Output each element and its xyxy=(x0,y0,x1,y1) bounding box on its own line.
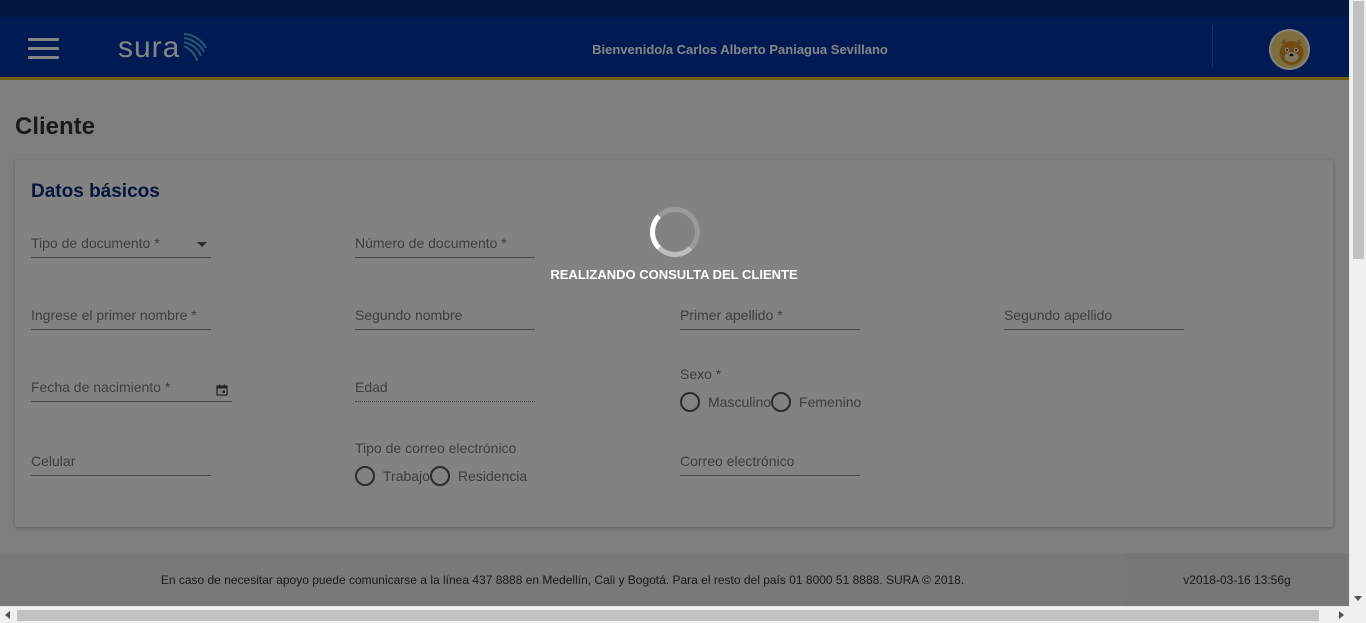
loading-spinner-icon xyxy=(650,207,700,257)
scroll-right-arrow-icon[interactable] xyxy=(1339,611,1344,619)
loading-message: REALIZANDO CONSULTA DEL CLIENTE xyxy=(550,267,798,282)
scroll-down-arrow-icon[interactable] xyxy=(1354,596,1362,601)
horizontal-scroll-thumb[interactable] xyxy=(17,610,1319,621)
scroll-left-arrow-icon[interactable] xyxy=(5,611,10,619)
app-viewport: sura Bienvenido/a Carlos Alberto Paniagu… xyxy=(0,0,1349,606)
vertical-scrollbar[interactable] xyxy=(1349,0,1366,606)
loading-overlay: REALIZANDO CONSULTA DEL CLIENTE xyxy=(0,0,1349,606)
horizontal-scrollbar[interactable] xyxy=(0,606,1349,623)
vertical-scroll-thumb[interactable] xyxy=(1353,1,1364,259)
scrollbar-corner xyxy=(1349,606,1366,623)
